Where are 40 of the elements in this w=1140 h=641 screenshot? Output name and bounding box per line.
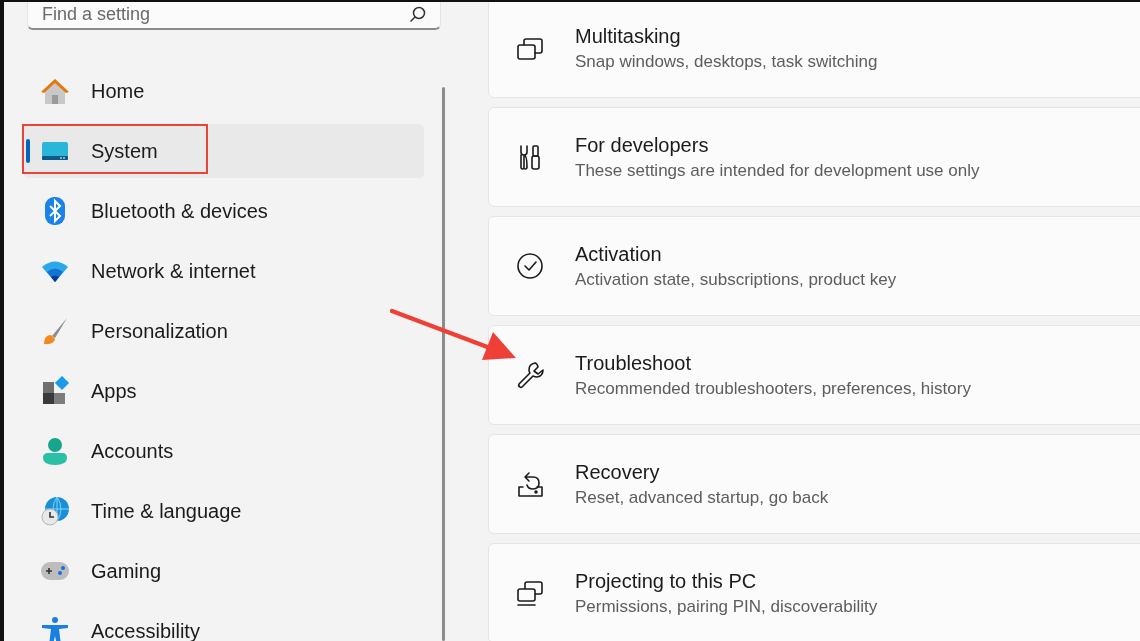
check-icon <box>515 251 545 281</box>
search-field[interactable]: Find a setting <box>27 2 441 30</box>
nav-item[interactable]: Apps <box>24 364 424 418</box>
nav-item[interactable]: Home <box>24 64 424 118</box>
scrollbar[interactable] <box>442 87 445 641</box>
nav-item[interactable]: Personalization <box>24 304 424 358</box>
settings-card[interactable]: For developers These settings are intended for development use only <box>488 107 1140 207</box>
settings-card[interactable]: Projecting to this PC Permissions, pairing PIN, discoverability <box>488 543 1140 641</box>
recovery-icon <box>515 469 545 499</box>
nav-item[interactable]: Bluetooth & devices <box>24 184 424 238</box>
card-subtitle: Recommended troubleshooters, preferences, history <box>575 378 971 399</box>
card-subtitle: These settings are intended for development use only <box>575 160 980 181</box>
card-title: Activation <box>575 242 663 266</box>
nav-item[interactable]: System <box>24 124 424 178</box>
card-title: For developers <box>575 133 710 157</box>
accessibility-icon <box>40 616 70 641</box>
apps-icon <box>40 376 70 406</box>
nav-item[interactable]: Accounts <box>24 424 424 478</box>
card-subtitle: Activation state, subscriptions, product key <box>575 269 897 290</box>
home-icon <box>40 76 70 106</box>
projecting-icon <box>515 578 545 608</box>
settings-card[interactable]: Troubleshoot Recommended troubleshooters, preferences, history <box>488 325 1140 425</box>
wrench-icon <box>515 360 545 390</box>
card-title: Multitasking <box>575 24 682 48</box>
card-subtitle: Reset, advanced startup, go back <box>575 487 829 508</box>
settings-card[interactable]: Activation Activation state, subscriptions, product key <box>488 216 1140 316</box>
time-icon <box>40 496 70 526</box>
card-title: Recovery <box>575 460 661 484</box>
nav-item[interactable]: Gaming <box>24 544 424 598</box>
accounts-icon <box>40 436 70 466</box>
card-subtitle: Snap windows, desktops, task switching <box>575 51 878 72</box>
nav-item[interactable]: Time & language <box>24 484 424 538</box>
card-title: Projecting to this PC <box>575 569 758 593</box>
nav-item[interactable]: Network & internet <box>24 244 424 298</box>
settings-card[interactable]: Multitasking Snap windows, desktops, task switching <box>488 2 1140 98</box>
nav-item[interactable]: Accessibility <box>24 604 424 641</box>
search-icon <box>409 6 427 24</box>
card-subtitle: Permissions, pairing PIN, discoverability <box>575 596 878 617</box>
card-title: Troubleshoot <box>575 351 692 375</box>
settings-card[interactable]: Recovery Reset, advanced startup, go back <box>488 434 1140 534</box>
